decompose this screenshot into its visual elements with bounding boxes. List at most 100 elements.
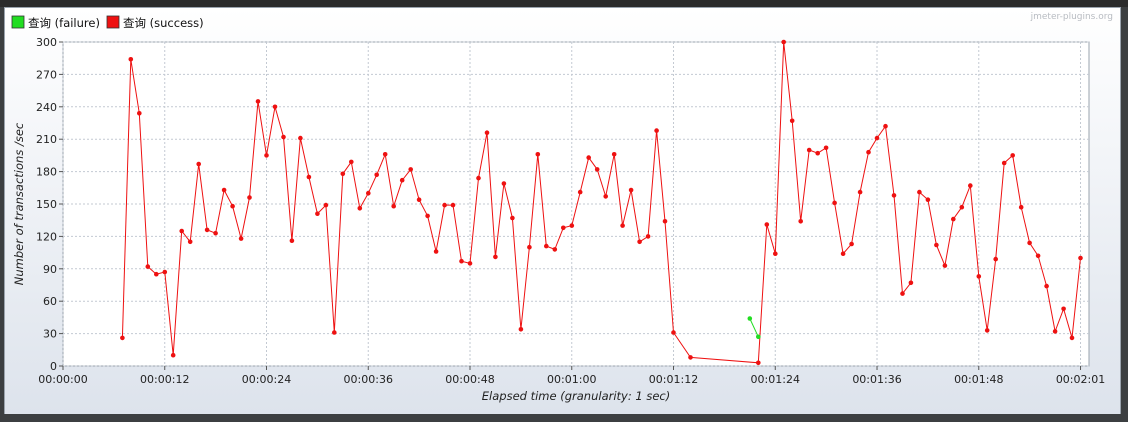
data-point (476, 175, 481, 181)
data-point (798, 219, 803, 224)
data-point (620, 223, 625, 228)
data-point (399, 177, 405, 183)
data-point (951, 216, 956, 222)
window-top-strip (0, 0, 1128, 7)
x-tick-label: 00:01:48 (954, 373, 1003, 386)
data-point (832, 200, 837, 206)
data-point (281, 134, 286, 140)
data-point (849, 241, 854, 247)
data-point (264, 153, 269, 158)
data-point (450, 202, 456, 208)
data-point (170, 352, 176, 358)
data-point (416, 197, 422, 202)
transactions-per-second-chart: 查询 (failure) 查询 (success) jmeter-plugins… (5, 8, 1120, 414)
chart-legend: 查询 (failure) 查询 (success) (11, 15, 204, 30)
data-point (900, 291, 905, 296)
legend-swatch-failure (11, 15, 25, 29)
data-point (323, 202, 329, 208)
data-point (925, 197, 931, 202)
data-point (671, 330, 676, 335)
data-point (459, 258, 464, 264)
data-point (187, 239, 193, 245)
x-tick-label: 00:00:00 (38, 373, 87, 386)
data-point (959, 204, 965, 210)
data-point (289, 238, 295, 243)
data-point (230, 203, 235, 209)
data-point (255, 99, 261, 104)
data-point (1052, 329, 1058, 334)
data-point (238, 236, 244, 241)
data-point (908, 280, 914, 286)
data-point (577, 189, 583, 195)
data-point (527, 244, 532, 250)
data-point (535, 152, 541, 157)
data-point (247, 195, 252, 200)
data-point (866, 149, 871, 155)
data-point (662, 219, 668, 224)
x-tick-label: 00:01:00 (547, 373, 596, 386)
data-point (874, 135, 880, 141)
y-tick-label: 90 (43, 263, 57, 276)
data-point (611, 152, 617, 157)
data-point (145, 264, 151, 269)
data-point (442, 202, 447, 208)
data-point (756, 360, 761, 366)
x-tick-label: 00:00:48 (445, 373, 494, 386)
data-point (823, 145, 829, 151)
y-tick-label: 0 (50, 360, 57, 373)
data-point (298, 135, 303, 141)
data-point (594, 167, 600, 172)
data-point (561, 225, 566, 231)
data-point (213, 230, 218, 236)
x-tick-label: 00:01:36 (852, 373, 901, 386)
data-point (764, 222, 770, 227)
data-point (984, 328, 990, 333)
data-point (1001, 160, 1007, 166)
x-tick-label: 00:00:12 (140, 373, 189, 386)
data-point (179, 228, 184, 234)
y-tick-label: 210 (36, 133, 57, 146)
data-point (1027, 240, 1032, 246)
jmeter-graph-window: 查询 (failure) 查询 (success) jmeter-plugins… (0, 0, 1128, 422)
data-point (332, 330, 337, 335)
data-point (781, 39, 786, 45)
data-point (272, 104, 278, 110)
data-point (128, 57, 134, 62)
x-tick-label: 00:00:36 (344, 373, 393, 386)
data-point (976, 274, 982, 279)
data-point (374, 172, 380, 178)
data-point (315, 211, 320, 216)
data-point (425, 213, 430, 219)
data-point (637, 239, 642, 245)
data-point (162, 269, 168, 275)
y-tick-label: 30 (43, 328, 57, 341)
data-point (883, 123, 888, 129)
legend-label-failure: 查询 (failure) (28, 16, 100, 30)
data-point (688, 355, 693, 360)
y-tick-label: 180 (36, 166, 57, 179)
y-axis-title: Number of transactions /sec (12, 122, 26, 285)
y-tick-label: 270 (36, 68, 57, 81)
y-tick-label: 300 (36, 36, 57, 49)
data-point (857, 189, 863, 195)
data-point (204, 227, 210, 233)
data-point (221, 187, 227, 193)
legend-label-success: 查询 (success) (123, 16, 204, 30)
data-point (552, 247, 558, 252)
data-point (747, 316, 753, 321)
x-tick-label: 00:02:01 (1056, 373, 1105, 386)
data-point (815, 150, 820, 156)
data-point (120, 335, 125, 341)
data-point (349, 159, 354, 165)
data-point (654, 128, 659, 133)
data-point (917, 189, 922, 195)
data-point (408, 167, 414, 172)
data-point (1061, 306, 1066, 312)
data-point (586, 155, 591, 160)
data-point (1078, 255, 1083, 261)
data-point (934, 242, 939, 248)
legend-swatch-success (106, 15, 120, 29)
data-point (518, 327, 524, 332)
data-point (467, 261, 473, 266)
data-point (891, 193, 897, 198)
